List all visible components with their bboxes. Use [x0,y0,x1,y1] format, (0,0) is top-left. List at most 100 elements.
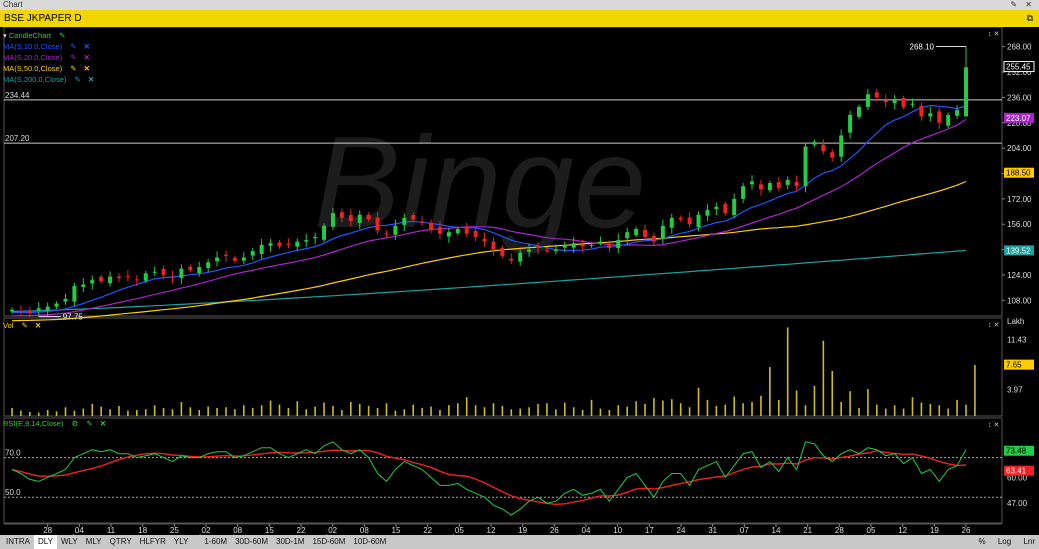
pane-resize-icon: ↕ ✕ [988,31,999,38]
tab-intra[interactable]: INTRA [2,535,34,549]
legend-ma20-label: MA(S,20.0,Close) [3,53,63,62]
y-tick-label: 108.00 [1007,296,1032,305]
volume-bar [884,408,887,416]
window-controls[interactable]: ✎ ✕ [1010,0,1035,10]
volume-bar [358,403,361,416]
edit-pen-icon[interactable]: ✎ [22,321,28,330]
tab-mly[interactable]: MLY [82,535,106,549]
volume-bar [840,401,842,416]
legend-ma200[interactable]: MA(S,200.0,Close) ✎ ✕ [3,74,94,85]
x-tick-label: 19 [518,526,527,535]
edit-pen-icon[interactable]: ✎ [74,75,80,84]
candle-body [295,241,300,247]
percent-toggle[interactable]: % [978,537,985,546]
candle-body [741,186,746,199]
candle-body [839,135,844,157]
remove-icon[interactable]: ✕ [100,419,106,428]
volume-bar [555,409,557,416]
remove-icon[interactable]: ✕ [84,42,90,51]
candle-body [758,184,763,190]
remove-icon[interactable]: ✕ [84,64,90,73]
volume-bar [822,340,825,416]
collapse-icon[interactable]: ▾ [3,31,7,40]
candle-body [625,232,630,239]
tab-wly[interactable]: WLY [57,535,82,549]
candle-body [651,235,656,242]
tab-yly[interactable]: YLY [170,535,193,549]
x-tick-label: 10 [613,526,622,535]
volume-bar [893,405,896,416]
volume-bar [519,408,522,416]
candle-body [919,105,924,117]
watermark: Binge [314,109,647,255]
candle-body [536,246,541,249]
candle-body [348,215,353,222]
vol-unit-label: Lakh [1007,317,1024,326]
volume-bar [162,407,165,416]
edit-pen-icon[interactable]: ✎ [59,31,65,40]
symbol-label: BSE JKPAPER D [4,13,82,24]
candle-body [366,214,371,220]
maximize-icon[interactable]: ⧉ [1027,10,1033,27]
volume-bar [777,399,780,416]
main-legend: ▾ CandleChart ✎ MA(S,10.0,Close) ✎ ✕ MA(… [3,30,94,85]
remove-icon[interactable]: ✕ [84,53,90,62]
candle-body [36,308,41,311]
rsi-ref-label: 50.0 [5,488,21,497]
candle-body [429,222,434,229]
tab-30d-1m[interactable]: 30D-1M [272,535,308,549]
rsi-legend[interactable]: RSI(E,9,14,Close) ⚙ ✎ ✕ [3,418,106,429]
tab-dly[interactable]: DLY [34,535,57,549]
legend-ma20[interactable]: MA(S,20.0,Close) ✎ ✕ [3,52,94,63]
legend-ma50[interactable]: MA(S,50.0,Close) ✎ ✕ [3,63,94,74]
remove-icon[interactable]: ✕ [35,321,41,330]
candle-body [197,267,202,274]
candle-body [161,268,166,275]
low-annotation-label: 97.75 [63,313,84,322]
candle-body [589,244,594,246]
edit-pen-icon[interactable]: ✎ [70,42,76,51]
tab-30d-60m[interactable]: 30D-60M [231,535,272,549]
settings-icon[interactable]: ⚙ [72,419,79,428]
tab-15d-60m[interactable]: 15D-60M [308,535,349,549]
vol-legend[interactable]: Vol ✎ ✕ [3,320,41,331]
linear-toggle[interactable]: Lnr [1023,537,1035,546]
remove-icon[interactable]: ✕ [88,75,94,84]
candle-body [72,286,77,302]
candle-body [286,243,291,245]
candle-body [482,238,487,242]
volume-bar [46,409,49,416]
bottom-toolbar: INTRA DLY WLY MLY QTRY HLFYR YLY 1-60M 30D-60M 30… [0,535,1039,549]
log-toggle[interactable]: Log [998,537,1011,546]
tab-1-60m[interactable]: 1-60M [200,535,231,549]
tab-hlfyr[interactable]: HLFYR [136,535,170,549]
candle-body [143,273,148,281]
tab-10d-60m[interactable]: 10D-60M [349,535,390,549]
edit-pen-icon[interactable]: ✎ [70,53,76,62]
candle-body [607,243,612,249]
legend-candle[interactable]: ▾ CandleChart ✎ [3,30,94,41]
volume-bar [662,400,664,416]
candle-body [562,244,567,248]
candle-body [723,203,728,214]
candle-body [116,276,121,279]
candle-body [500,247,505,256]
volume-bar [251,407,254,416]
candle-body [571,243,576,248]
volume-bar [679,403,682,416]
x-tick-label: 15 [265,526,274,535]
volume-bar [546,403,548,416]
volume-bar [109,409,111,416]
candle-body [223,254,228,256]
volume-bar [314,406,316,416]
volume-bar [483,407,486,416]
symbol-bar: BSE JKPAPER D ⧉ [0,10,1039,27]
edit-pen-icon[interactable]: ✎ [70,64,76,73]
edit-pen-icon[interactable]: ✎ [86,419,92,428]
period-tabs: INTRA DLY WLY MLY QTRY HLFYR YLY 1-60M 30D-60M 30… [2,535,390,549]
candle-body [776,182,781,188]
x-tick-label: 26 [962,526,971,535]
tab-qtry[interactable]: QTRY [106,535,136,549]
legend-ma10[interactable]: MA(S,10.0,Close) ✎ ✕ [3,41,94,52]
candle-body [616,240,621,249]
